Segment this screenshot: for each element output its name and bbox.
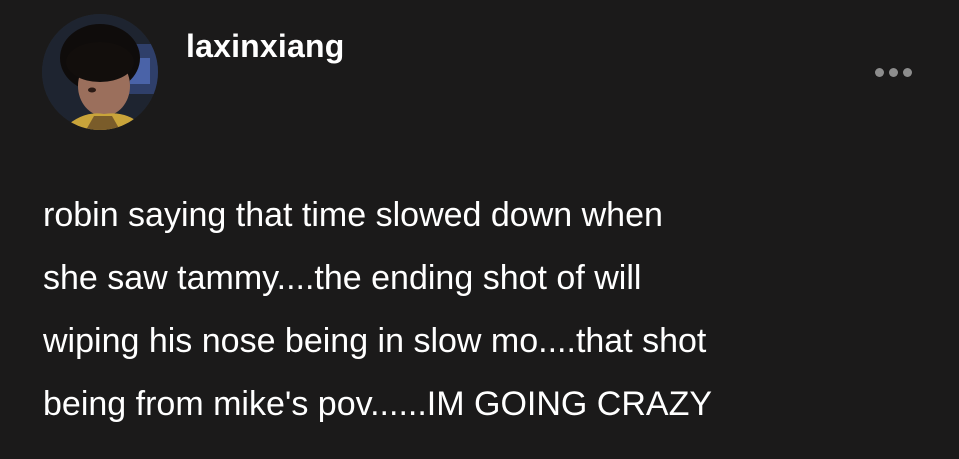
more-options-button[interactable] bbox=[866, 58, 920, 86]
post-username[interactable]: laxinxiang bbox=[186, 28, 345, 65]
post-text-line: she saw tammy....the ending shot of will bbox=[43, 259, 642, 297]
ellipsis-dot-icon bbox=[874, 67, 884, 77]
post-body: robin saying that time slowed down when … bbox=[43, 184, 923, 436]
avatar-photo-icon bbox=[42, 14, 158, 130]
post-text-line: being from mike's pov......IM GOING CRAZ… bbox=[43, 385, 713, 423]
ellipsis-dot-icon bbox=[902, 67, 912, 77]
ellipsis-dot-icon bbox=[888, 67, 898, 77]
user-avatar[interactable] bbox=[42, 14, 158, 130]
post-text-line: wiping his nose being in slow mo....that… bbox=[43, 322, 707, 360]
post-text-line: robin saying that time slowed down when bbox=[43, 196, 663, 234]
tumblr-post: laxinxiang robin saying that time slowed… bbox=[0, 0, 959, 459]
